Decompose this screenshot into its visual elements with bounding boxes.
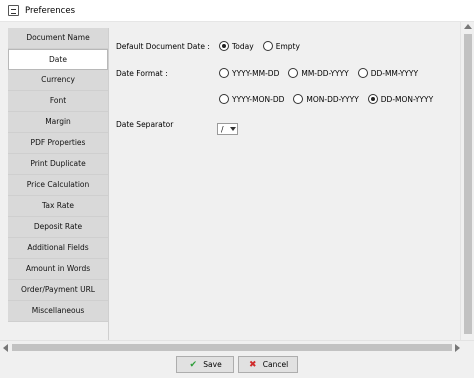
radio-label: YYYY-MM-DD: [232, 68, 280, 78]
cancel-button-label: Cancel: [262, 360, 289, 369]
radio-label: MM-DD-YYYY: [301, 68, 349, 78]
radio-unchecked-icon: [293, 94, 304, 104]
sidebar-item-tax-rate[interactable]: Tax Rate: [8, 196, 108, 217]
radio-yyyy-mm-dd[interactable]: YYYY-MM-DD: [219, 68, 279, 78]
close-icon: ✖: [249, 359, 257, 370]
radio-dd-mm-yyyy[interactable]: DD-MM-YYYY: [357, 68, 419, 78]
cancel-button[interactable]: ✖ Cancel: [238, 356, 298, 373]
radio-yyyy-mon-dd[interactable]: YYYY-MON-DD: [219, 94, 284, 104]
radio-empty[interactable]: Empty: [262, 41, 300, 51]
sidebar-item-font[interactable]: Font: [8, 91, 108, 112]
save-button[interactable]: ✔ Save: [176, 356, 234, 373]
date-separator-value: /: [221, 124, 224, 134]
horizontal-scroll-thumb[interactable]: [12, 344, 452, 351]
radio-mm-dd-yyyy[interactable]: MM-DD-YYYY: [288, 68, 349, 78]
sidebar-item-additional-fields[interactable]: Additional Fields: [8, 238, 108, 259]
radio-unchecked-icon: [288, 68, 299, 78]
sidebar: Document Name Date Currency Font Margin PDF P…: [8, 28, 108, 322]
chevron-down-icon: [230, 127, 236, 131]
radio-label: DD-MM-YYYY: [370, 68, 419, 78]
radio-checked-icon: [367, 94, 378, 104]
sidebar-item-deposit-rate[interactable]: Deposit Rate: [8, 217, 108, 238]
sidebar-item-currency[interactable]: Currency: [8, 70, 108, 91]
sidebar-item-price-calculation[interactable]: Price Calculation: [8, 175, 108, 196]
date-format-row-2: YYYY-MON-DD MON-DD-YYYY DD-MON-YYYY: [219, 94, 442, 104]
radio-label: Empty: [275, 41, 300, 51]
footer: ✔ Save ✖ Cancel: [0, 353, 474, 378]
save-button-label: Save: [203, 360, 222, 369]
date-format-label: Date Format :: [116, 69, 168, 78]
default-document-date-label: Default Document Date :: [116, 42, 210, 51]
date-separator-label: Date Separator: [116, 120, 174, 129]
radio-unchecked-icon: [357, 68, 368, 78]
title-bar: Preferences: [0, 0, 474, 22]
vertical-scrollbar[interactable]: [460, 22, 474, 340]
default-date-options: Today Empty: [219, 41, 309, 51]
sidebar-item-document-name[interactable]: Document Name: [8, 28, 108, 49]
sidebar-item-amount-in-words[interactable]: Amount in Words: [8, 259, 108, 280]
date-separator-select[interactable]: /: [217, 123, 238, 135]
preferences-content: Document Name Date Currency Font Margin PDF P…: [0, 22, 474, 340]
checkmark-icon: ✔: [189, 359, 198, 370]
sidebar-item-order-payment-url[interactable]: Order/Payment URL: [8, 280, 108, 301]
radio-unchecked-icon: [262, 41, 273, 51]
sidebar-item-print-duplicate[interactable]: Print Duplicate: [8, 154, 108, 175]
sidebar-item-margin[interactable]: Margin: [8, 112, 108, 133]
radio-label: Today: [232, 41, 254, 51]
scroll-left-icon[interactable]: [3, 344, 8, 352]
date-settings-panel: Default Document Date : Today Empty Date …: [108, 28, 460, 340]
radio-label: YYYY-MON-DD: [232, 94, 285, 104]
radio-today[interactable]: Today: [219, 41, 254, 51]
sidebar-item-miscellaneous[interactable]: Miscellaneous: [8, 301, 108, 322]
window-title: Preferences: [25, 5, 75, 16]
app-icon: [8, 5, 19, 16]
radio-checked-icon: [219, 41, 229, 51]
date-format-row-1: YYYY-MM-DD MM-DD-YYYY DD-MM-YYYY: [219, 68, 427, 78]
vertical-scroll-thumb[interactable]: [464, 34, 472, 334]
scroll-up-icon[interactable]: [464, 24, 472, 29]
radio-unchecked-icon: [219, 68, 229, 78]
sidebar-item-pdf-properties[interactable]: PDF Properties: [8, 133, 108, 154]
radio-unchecked-icon: [219, 94, 229, 104]
scroll-right-icon[interactable]: [455, 344, 460, 352]
radio-label: MON-DD-YYYY: [306, 94, 359, 104]
radio-dd-mon-yyyy[interactable]: DD-MON-YYYY: [367, 94, 434, 104]
radio-mon-dd-yyyy[interactable]: MON-DD-YYYY: [293, 94, 359, 104]
horizontal-scrollbar[interactable]: [0, 340, 474, 353]
sidebar-item-date[interactable]: Date: [8, 49, 108, 70]
radio-label: DD-MON-YYYY: [380, 94, 434, 104]
